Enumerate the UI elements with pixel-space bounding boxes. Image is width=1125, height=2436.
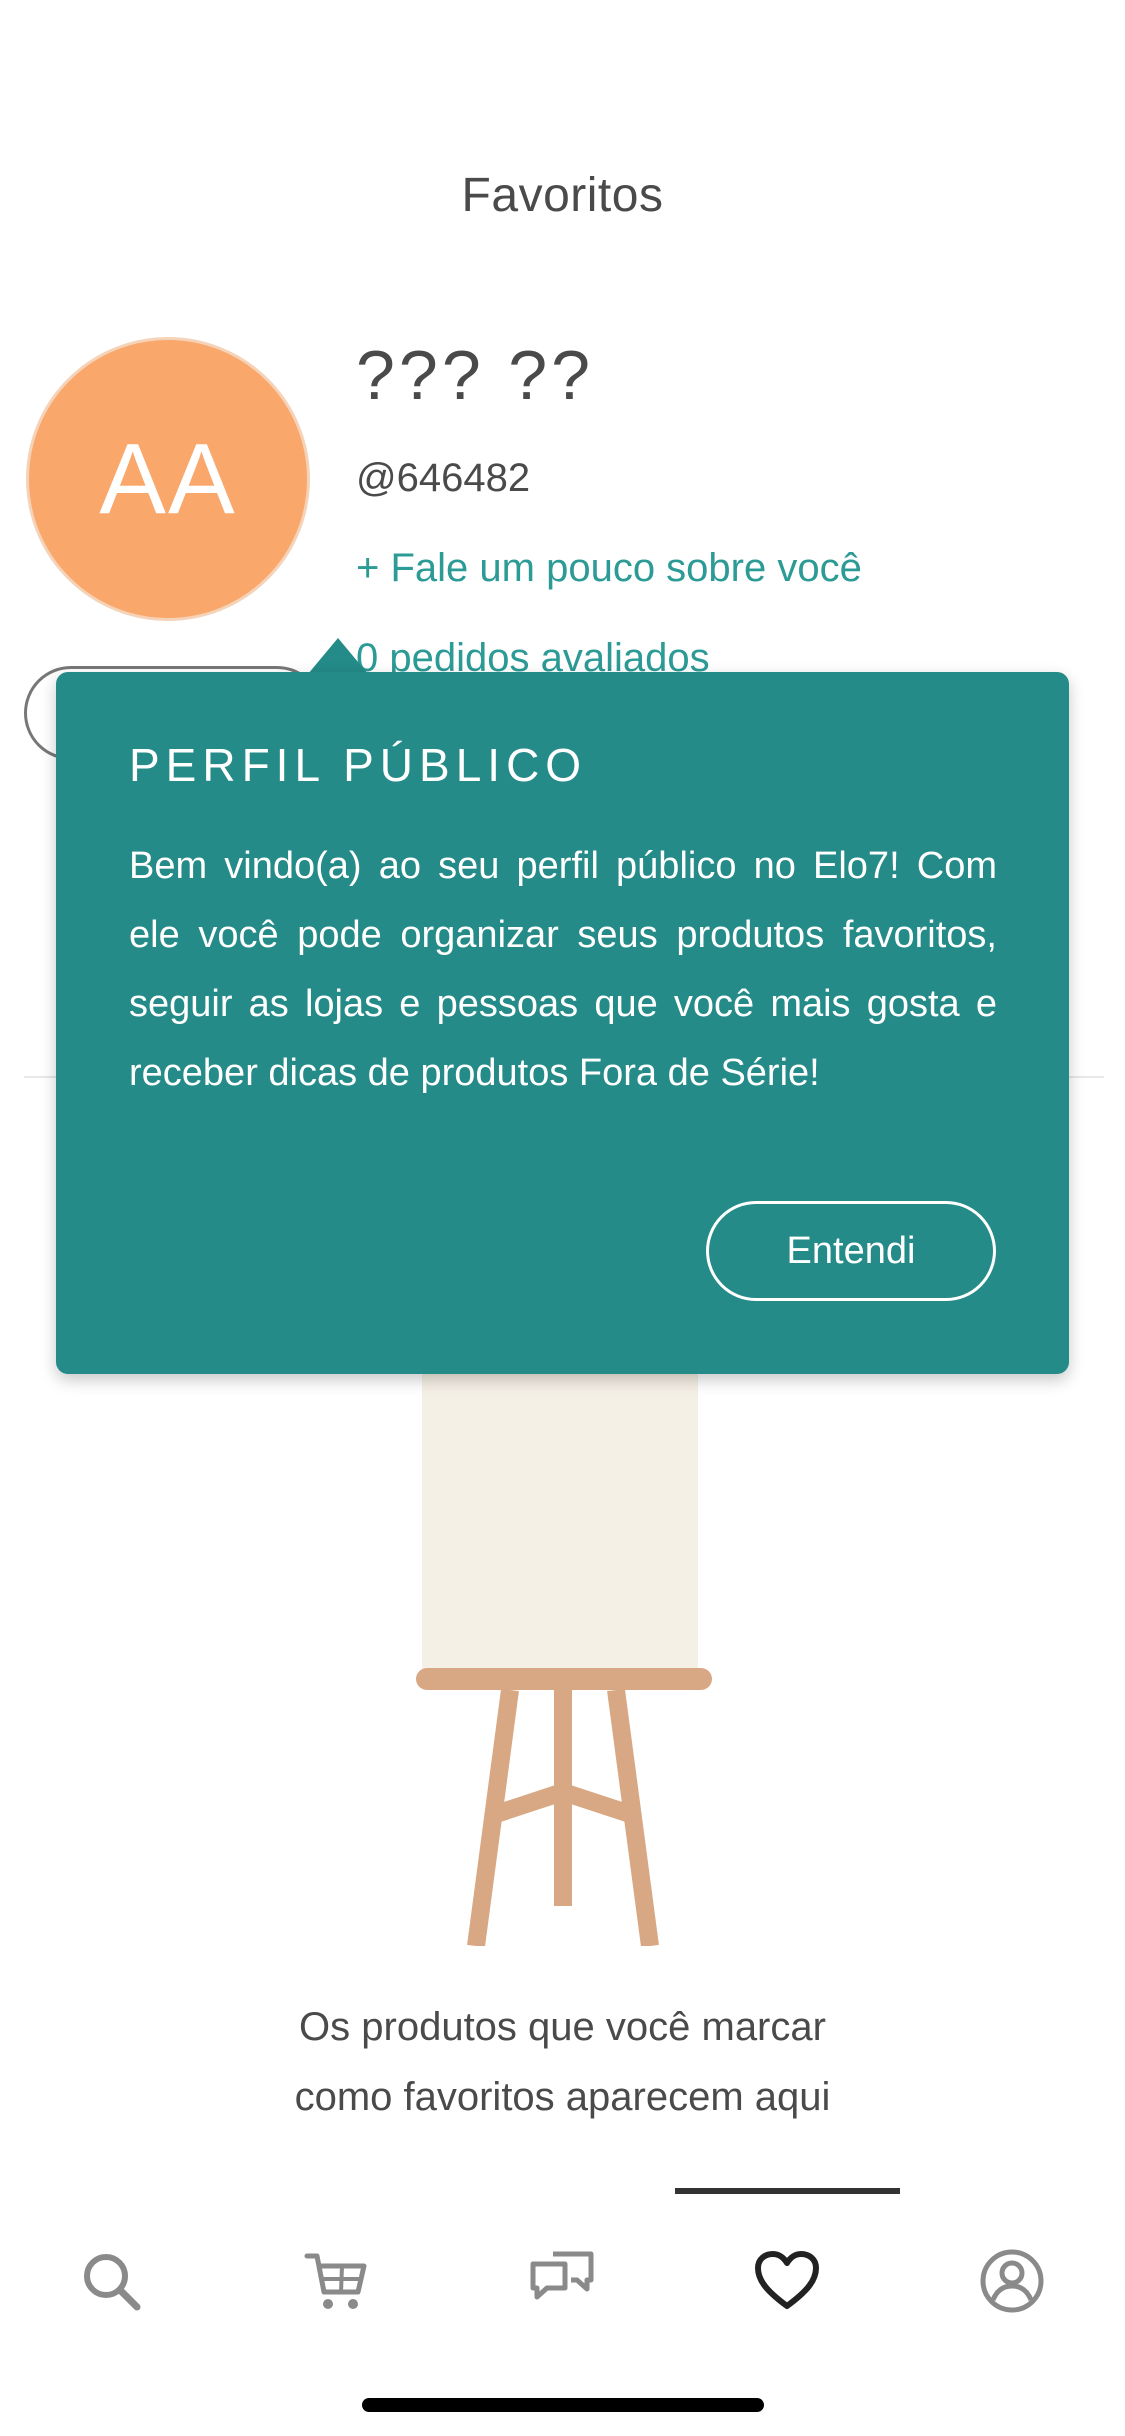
active-tab-indicator [675, 2188, 900, 2194]
avatar[interactable]: AA [26, 337, 310, 621]
empty-favorites-message: Os produtos que você marcar como favorit… [0, 1992, 1125, 2132]
page-title: Favoritos [461, 169, 664, 222]
search-icon [84, 2254, 141, 2311]
home-indicator [362, 2398, 764, 2412]
empty-message-line-2: como favoritos aparecem aqui [294, 2075, 831, 2119]
tooltip-body: Bem vindo(a) ao seu perfil público no El… [129, 845, 997, 1094]
easel-legs-illustration [467, 1688, 659, 1946]
cart-icon [304, 2253, 367, 2309]
chat-icon [530, 2251, 594, 2300]
heart-icon [755, 2251, 819, 2309]
user-name: ??? ?? [356, 336, 595, 414]
profile-icon [980, 2249, 1044, 2313]
tooltip-arrow [308, 638, 368, 674]
avatar-initials: AA [99, 422, 237, 535]
easel-canvas-illustration [422, 1360, 698, 1670]
public-profile-tooltip: PERFIL PÚBLICO Bem vindo(a) ao seu perfi… [56, 672, 1069, 1374]
empty-message-line-1: Os produtos que você marcar [299, 2005, 826, 2049]
tab-search[interactable] [76, 2246, 146, 2316]
tab-messages[interactable] [527, 2246, 597, 2316]
tab-cart[interactable] [302, 2246, 372, 2316]
user-handle: @646482 [356, 456, 531, 500]
tooltip-title: PERFIL PÚBLICO [129, 739, 588, 791]
about-yourself-link[interactable]: + Fale um pouco sobre você [356, 546, 862, 591]
tab-favorites[interactable] [752, 2246, 822, 2316]
understood-button[interactable]: Entendi [706, 1201, 996, 1301]
tab-profile[interactable] [977, 2246, 1047, 2316]
